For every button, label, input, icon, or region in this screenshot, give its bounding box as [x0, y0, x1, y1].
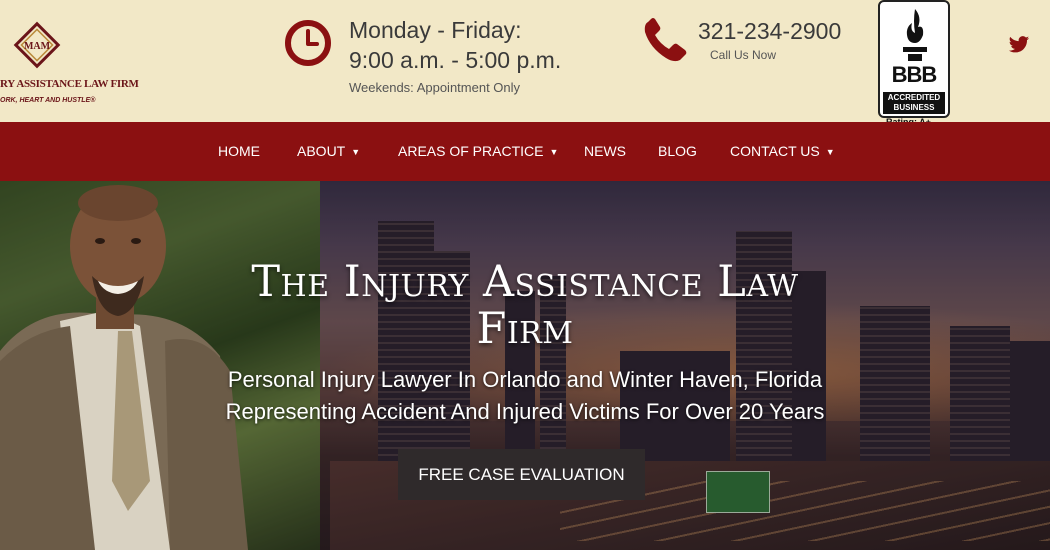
nav-label: ABOUT: [297, 143, 346, 159]
nav-label: BLOG: [658, 143, 697, 159]
chevron-down-icon: ▼: [351, 147, 361, 157]
bbb-torch-icon: [903, 9, 927, 61]
nav-item-areas-of-practice[interactable]: AREAS OF PRACTICE ▼: [398, 143, 558, 159]
hours-weekdays: Monday - Friday:: [349, 17, 522, 43]
hours-weekends: Weekends: Appointment Only: [349, 80, 521, 95]
nav-item-home[interactable]: HOME: [218, 143, 260, 159]
phone-call-label: Call Us Now: [710, 48, 777, 62]
chevron-down-icon: ▼: [549, 147, 559, 157]
phone-icon[interactable]: [640, 16, 694, 66]
bbb-logo-text: BBB: [891, 62, 938, 87]
nav-label: CONTACT US: [730, 143, 820, 159]
hero-title: The Injury Assistance Law Firm: [251, 257, 799, 354]
free-case-evaluation-button[interactable]: FREE CASE EVALUATION: [398, 449, 645, 500]
twitter-icon[interactable]: [1008, 35, 1030, 55]
attorney-portrait: [0, 185, 248, 550]
hero-subtitle-experience: Representing Accident And Injured Victim…: [225, 399, 825, 424]
hours-time: 9:00 a.m. - 5:00 p.m.: [349, 47, 562, 73]
nav-item-news[interactable]: NEWS: [584, 143, 626, 159]
logo-tagline: ORK, HEART AND HUSTLE®: [0, 97, 96, 104]
site-logo[interactable]: MAM RY ASSISTANCE LAW FIRM ORK, HEART AN…: [0, 14, 139, 114]
nav-label: NEWS: [584, 143, 626, 159]
site-header: MAM RY ASSISTANCE LAW FIRM ORK, HEART AN…: [0, 0, 1050, 122]
logo-mark-icon: MAM: [13, 21, 61, 69]
bbb-badge[interactable]: BBB ACCREDITED BUSINESS: [878, 0, 950, 118]
hero-banner: The Injury Assistance Law Firm Personal …: [0, 181, 1050, 550]
nav-item-blog[interactable]: BLOG: [658, 143, 697, 159]
nav-label: HOME: [218, 143, 260, 159]
clock-icon: [285, 20, 331, 66]
logo-name: RY ASSISTANCE LAW FIRM: [0, 78, 139, 90]
phone-number[interactable]: 321-234-2900: [698, 18, 841, 45]
nav-label: AREAS OF PRACTICE: [398, 143, 544, 159]
hero-subtitle-location: Personal Injury Lawyer In Orlando and Wi…: [227, 367, 823, 392]
main-nav: HOME ABOUT ▼ AREAS OF PRACTICE ▼ NEWS BLOG…: [0, 122, 1050, 181]
nav-item-contact-us[interactable]: CONTACT US ▼: [730, 143, 835, 159]
chevron-down-icon: ▼: [825, 147, 835, 157]
logo-monogram: MAM: [24, 41, 51, 52]
nav-item-about[interactable]: ABOUT ▼: [297, 143, 360, 159]
bbb-accredited-label: ACCREDITED BUSINESS: [883, 92, 945, 114]
